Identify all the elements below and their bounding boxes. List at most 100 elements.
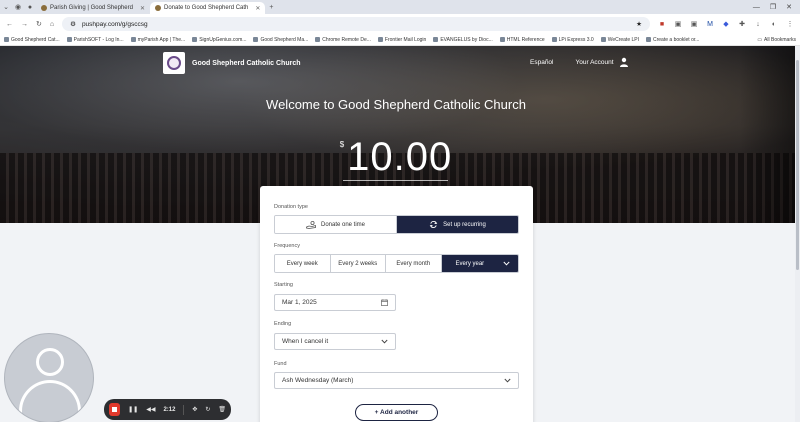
minimize-icon[interactable]: — <box>753 4 760 11</box>
account-link[interactable]: Your Account <box>576 57 629 67</box>
browser-tabstrip: ⌄ ◉ ● Parish Giving | Good Shepherd ✕ Do… <box>0 0 800 14</box>
close-tab-icon[interactable]: ✕ <box>140 5 145 12</box>
amount-value: 10.00 <box>347 135 453 179</box>
page-scrollbar[interactable] <box>795 46 800 422</box>
url-text: pushpay.com/g/gsccsg <box>81 20 148 28</box>
bookmark-item[interactable]: Chrome Remote De... <box>315 37 371 43</box>
bookmark-item[interactable]: Good Shepherd Ma... <box>253 37 308 43</box>
person-body-icon <box>19 380 81 422</box>
ending-select[interactable]: When I cancel it <box>274 333 396 350</box>
new-tab-button[interactable]: + <box>265 0 277 14</box>
browser-tab-donate[interactable]: Donate to Good Shepherd Cath ✕ <box>149 2 266 14</box>
bookmark-favicon-icon <box>377 37 383 42</box>
recorder-controls: ❚❚ ◀◀ 2:12 ✥ ↻ 🗑 <box>104 399 231 420</box>
bookmark-favicon-icon <box>192 37 198 42</box>
hero-vignette <box>740 46 800 223</box>
frequency-every-week[interactable]: Every week <box>275 255 331 272</box>
bookmark-item[interactable]: HTML Reference <box>499 37 545 43</box>
webcam-avatar <box>4 333 94 422</box>
rewind-icon[interactable]: ◀◀ <box>146 406 155 413</box>
bookmark-favicon-icon <box>551 37 557 42</box>
calendar-icon[interactable] <box>381 299 388 306</box>
amount-input[interactable]: $ 10.00 <box>336 136 456 178</box>
extension-shield-icon[interactable]: ◆ <box>722 20 730 28</box>
hand-coin-icon <box>306 220 316 229</box>
restore-icon[interactable]: ❐ <box>770 3 776 11</box>
pause-icon[interactable]: ❚❚ <box>128 406 138 413</box>
bookmark-favicon-icon <box>499 37 505 42</box>
top-nav: Español Your Account <box>530 57 629 67</box>
back-icon[interactable]: ← <box>6 21 13 28</box>
tab-label: Donate to Good Shepherd Cath <box>163 5 249 11</box>
language-link[interactable]: Español <box>530 59 554 66</box>
ending-label: Ending <box>274 321 292 327</box>
all-bookmarks-button[interactable]: ▭ All Bookmarks <box>757 37 796 43</box>
fund-select[interactable]: Ash Wednesday (March) <box>274 372 519 389</box>
bookmark-item[interactable]: Good Shepherd Cat... <box>4 37 60 43</box>
bookmark-item[interactable]: EVANGELUS by Dioc... <box>433 37 493 43</box>
starting-date-field[interactable]: Mar 1, 2025 <box>274 294 396 311</box>
starting-label: Starting <box>274 282 293 288</box>
bookmark-favicon-icon <box>600 37 606 42</box>
bookmark-item[interactable]: WeCreate LPI <box>600 37 639 43</box>
divider <box>183 404 185 415</box>
chevron-down-icon <box>381 339 388 344</box>
download-icon[interactable]: ↓ <box>754 20 762 28</box>
trash-icon[interactable]: 🗑 <box>218 406 226 413</box>
draw-tool-icon[interactable]: ✥ <box>192 406 197 413</box>
bookmark-favicon-icon <box>315 37 321 42</box>
currency-symbol: $ <box>339 140 345 149</box>
extension-pdf-icon[interactable]: ■ <box>658 20 666 28</box>
bookmark-item[interactable]: LPi Express 3.0 <box>551 37 594 43</box>
extension-icons: ■ ▣ ▣ M ◆ ✚ ↓ ◐ ⋮ <box>658 20 794 29</box>
frequency-every-2-weeks[interactable]: Every 2 weeks <box>330 255 386 272</box>
close-window-icon[interactable]: ✕ <box>786 3 792 11</box>
browser-toolbar: ← → ↻ ⌂ ⚙ pushpay.com/g/gsccsg ★ ■ ▣ ▣ M… <box>0 14 800 34</box>
frequency-every-year[interactable]: Every year <box>441 255 518 272</box>
profile-icon[interactable]: ◉ <box>12 0 24 14</box>
tab-label: Parish Giving | Good Shepherd <box>50 5 133 11</box>
chevron-down-icon <box>504 378 511 383</box>
bookmark-favicon-icon <box>433 37 439 42</box>
scrollbar-thumb[interactable] <box>796 60 799 270</box>
tab-search-icon[interactable]: ⌄ <box>0 0 12 14</box>
forward-icon[interactable]: → <box>21 21 28 28</box>
extensions-puzzle-icon[interactable]: ✚ <box>738 20 746 28</box>
donation-type-toggle: Donate one time Set up recurring <box>274 215 519 234</box>
frequency-every-month[interactable]: Every month <box>386 255 442 272</box>
site-brand[interactable]: Good Shepherd Catholic Church <box>163 52 301 74</box>
person-head-icon <box>36 348 64 376</box>
extension-m-icon[interactable]: M <box>706 20 714 28</box>
extension-generic-icon[interactable]: ▣ <box>690 20 698 28</box>
profile-avatar-icon[interactable]: ◐ <box>770 20 778 28</box>
close-tab-icon[interactable]: ✕ <box>255 5 260 12</box>
bookmark-favicon-icon <box>130 37 136 42</box>
set-up-recurring-option[interactable]: Set up recurring <box>397 216 518 233</box>
restart-icon[interactable]: ↻ <box>205 406 210 413</box>
donate-one-time-option[interactable]: Donate one time <box>275 216 397 233</box>
home-icon[interactable]: ⌂ <box>50 21 54 28</box>
stop-recording-button[interactable] <box>109 403 121 416</box>
bookmark-star-icon[interactable]: ★ <box>636 20 642 28</box>
browser-tab-parish-giving[interactable]: Parish Giving | Good Shepherd ✕ <box>36 2 150 14</box>
frequency-label: Frequency <box>274 243 300 249</box>
bookmark-item[interactable]: ParishSOFT - Log In... <box>66 37 124 43</box>
address-bar[interactable]: ⚙ pushpay.com/g/gsccsg ★ <box>62 17 650 31</box>
pinned-tab-icon[interactable]: ● <box>24 0 36 14</box>
bookmark-item[interactable]: Create a booklet or... <box>646 37 699 43</box>
bookmark-item[interactable]: SignUpGenius.com... <box>192 37 246 43</box>
church-logo <box>163 52 185 74</box>
browser-menu-icon[interactable]: ⋮ <box>786 20 794 28</box>
add-another-button[interactable]: + Add another <box>355 404 438 421</box>
welcome-heading: Welcome to Good Shepherd Catholic Church <box>266 97 526 112</box>
church-name: Good Shepherd Catholic Church <box>192 59 301 67</box>
reload-icon[interactable]: ↻ <box>36 20 42 28</box>
extension-generic-icon[interactable]: ▣ <box>674 20 682 28</box>
site-info-icon[interactable]: ⚙ <box>70 20 76 28</box>
folder-icon: ▭ <box>757 36 763 43</box>
bookmarks-bar: Good Shepherd Cat... ParishSOFT - Log In… <box>0 34 800 46</box>
bookmark-favicon-icon <box>4 37 9 42</box>
stop-icon <box>112 407 118 412</box>
bookmark-item[interactable]: Frontier Mail Login <box>377 37 426 43</box>
bookmark-item[interactable]: myParish App | The... <box>130 37 185 43</box>
